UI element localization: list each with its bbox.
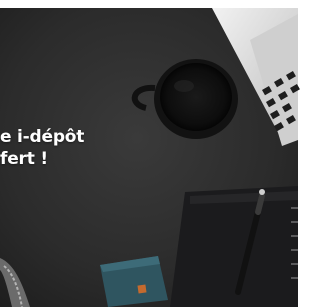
right-border bbox=[298, 0, 304, 307]
promo-headline-line2: fert ! bbox=[0, 149, 48, 169]
promo-headline: e i-dépôt fert ! bbox=[0, 126, 84, 170]
teal-box bbox=[100, 256, 168, 307]
promo-headline-line1: e i-dépôt bbox=[0, 127, 85, 147]
notebook bbox=[170, 186, 298, 307]
top-border bbox=[0, 0, 304, 8]
